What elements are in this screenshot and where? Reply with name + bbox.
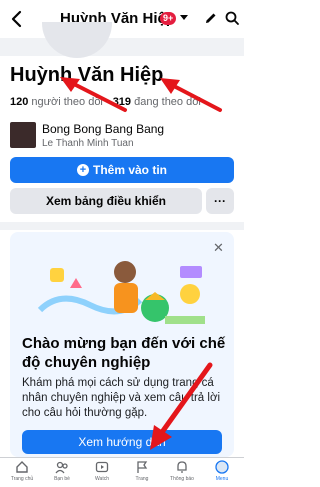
followers-count[interactable]: 120 xyxy=(10,96,28,108)
flag-icon xyxy=(137,461,148,473)
nav-label: Trang chủ xyxy=(10,476,34,482)
nav-watch[interactable]: Watch xyxy=(82,460,122,487)
friends-icon xyxy=(55,461,68,474)
more-options-button[interactable]: ··· xyxy=(206,188,234,214)
nav-notifications[interactable]: Thông báo xyxy=(162,460,202,487)
bell-icon xyxy=(177,461,187,473)
chevron-down-icon[interactable] xyxy=(180,15,188,20)
bottom-navigation: Trang chủ Bạn bè Watch Trang Thông báo M… xyxy=(0,457,244,487)
edit-pencil-icon[interactable] xyxy=(203,10,219,26)
annotation-arrow-following xyxy=(160,78,222,112)
video-icon xyxy=(95,461,109,473)
professional-mode-illustration xyxy=(37,261,205,324)
plus-circle-icon: + xyxy=(76,164,89,176)
camera-icon[interactable] xyxy=(88,30,102,42)
section-divider xyxy=(0,222,244,230)
annotation-arrow-followers xyxy=(60,77,127,112)
song-artist: Le Thanh Minh Tuan xyxy=(42,138,134,149)
add-to-story-button[interactable]: + Thêm vào tin xyxy=(10,157,234,183)
menu-avatar-icon xyxy=(215,460,229,474)
search-icon[interactable] xyxy=(224,10,240,26)
cover-photo-strip[interactable] xyxy=(0,38,244,56)
notification-badge: 9+ xyxy=(160,12,177,25)
nav-home[interactable]: Trang chủ xyxy=(2,460,42,487)
nav-menu[interactable]: Menu xyxy=(202,460,242,487)
nav-label: Trang xyxy=(135,476,149,482)
nav-label: Menu xyxy=(215,476,229,482)
back-arrow-icon[interactable] xyxy=(6,8,28,30)
song-title[interactable]: Bong Bong Bang Bang xyxy=(42,122,164,136)
song-cover-image[interactable] xyxy=(10,122,36,148)
nav-label: Bạn bè xyxy=(54,476,70,482)
view-dashboard-button[interactable]: Xem bảng điều khiển xyxy=(10,188,202,214)
nav-pages[interactable]: Trang xyxy=(122,460,162,487)
annotation-arrow-guide xyxy=(150,362,213,450)
nav-friends[interactable]: Bạn bè xyxy=(42,460,82,487)
add-to-story-label: Thêm vào tin xyxy=(92,163,167,177)
nav-label: Watch xyxy=(95,476,109,482)
nav-label: Thông báo xyxy=(170,476,194,482)
home-icon xyxy=(16,461,28,473)
